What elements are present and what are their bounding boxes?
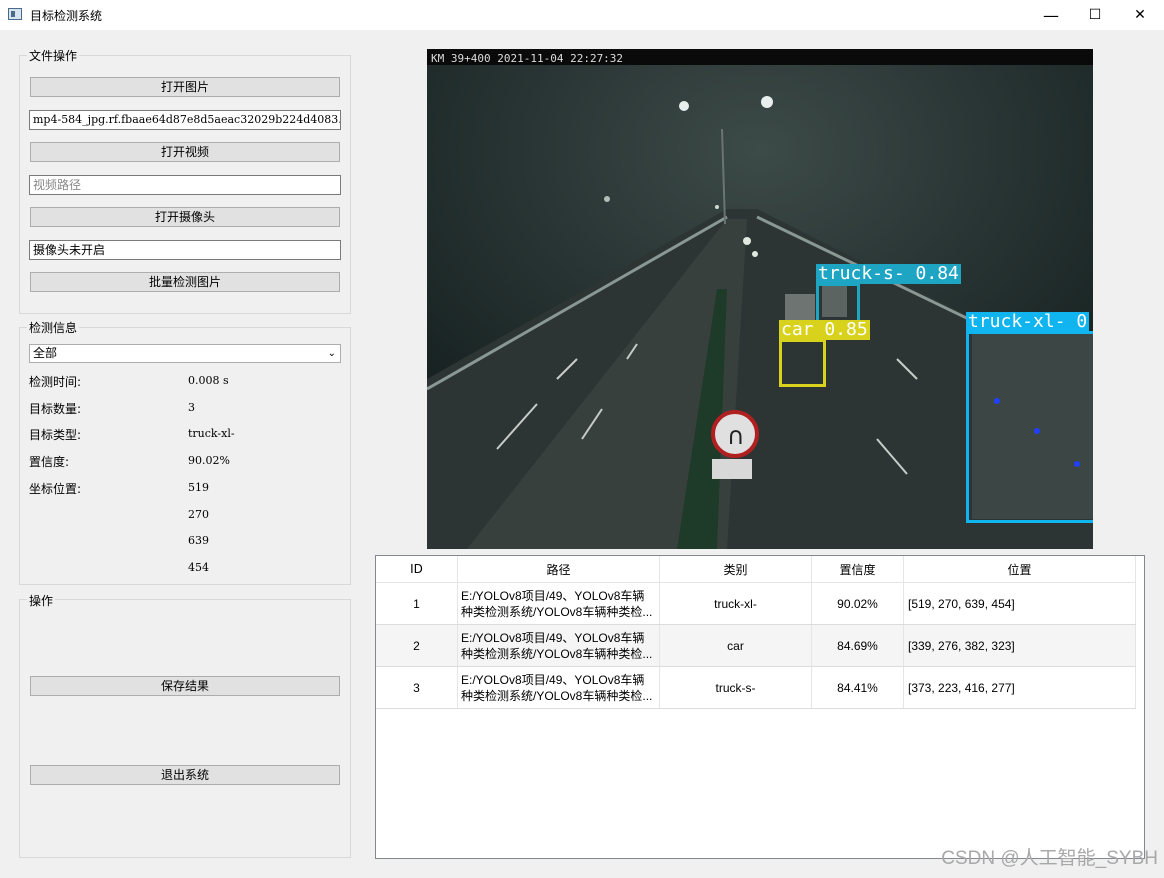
cell-path[interactable]: E:/YOLOv8项目/49、YOLOv8车辆 种类检测系统/YOLOv8车辆种… <box>457 666 660 709</box>
image-path-field[interactable]: mp4-584_jpg.rf.fbaae64d87e8d5aeac32029b2… <box>29 110 341 130</box>
save-results-button[interactable]: 保存结果 <box>30 676 340 696</box>
col-header-position[interactable]: 位置 <box>903 556 1136 583</box>
cell-path-line2: 种类检测系统/YOLOv8车辆种类检... <box>461 646 653 661</box>
camera-status-field[interactable]: 摄像头未开启 <box>29 240 341 260</box>
col-header-id[interactable]: ID <box>376 556 458 583</box>
results-table[interactable]: ID 路径 类别 置信度 位置 1 E:/YOLOv8项目/49、YOLOv8车… <box>375 555 1145 859</box>
app-icon <box>8 8 22 20</box>
batch-detect-button[interactable]: 批量检测图片 <box>30 272 340 292</box>
cell-path-line2: 种类检测系统/YOLOv8车辆种类检... <box>461 688 653 703</box>
cell-confidence[interactable]: 84.69% <box>811 624 904 667</box>
cell-position[interactable]: [339, 276, 382, 323] <box>903 624 1136 667</box>
open-video-button[interactable]: 打开视频 <box>30 142 340 162</box>
detect-info-title: 检测信息 <box>27 319 80 336</box>
cell-path-line1: E:/YOLOv8项目/49、YOLOv8车辆 <box>461 672 645 687</box>
video-path-input[interactable]: 视频路径 <box>29 175 341 195</box>
cell-path-line2: 种类检测系统/YOLOv8车辆种类检... <box>461 604 653 619</box>
cell-id[interactable]: 1 <box>376 582 458 625</box>
ops-group <box>19 599 351 858</box>
confidence-label: 置信度: <box>29 455 70 469</box>
cell-confidence[interactable]: 90.02% <box>811 582 904 625</box>
cell-id[interactable]: 2 <box>376 624 458 667</box>
detection-image-view: ∩ KM 39+400 2021-11-04 22:27:32 truck-s-… <box>427 49 1093 549</box>
table-row[interactable]: 2 E:/YOLOv8项目/49、YOLOv8车辆 种类检测系统/YOLOv8车… <box>376 624 1136 667</box>
window-title: 目标检测系统 <box>30 9 103 23</box>
close-button[interactable]: ✕ <box>1117 0 1163 30</box>
detect-time-value: 0.008 s <box>188 374 229 387</box>
cell-position[interactable]: [519, 270, 639, 454] <box>903 582 1136 625</box>
cell-position[interactable]: [373, 223, 416, 277] <box>903 666 1136 709</box>
open-image-button[interactable]: 打开图片 <box>30 77 340 97</box>
open-camera-button[interactable]: 打开摄像头 <box>30 207 340 227</box>
detection-label: truck-xl- 0 <box>966 311 1090 332</box>
table-header-row: ID 路径 类别 置信度 位置 <box>376 556 1136 583</box>
target-type-value: truck-xl- <box>188 427 235 440</box>
maximize-button[interactable]: ☐ <box>1072 0 1118 30</box>
cell-class[interactable]: truck-s- <box>659 666 812 709</box>
detect-time-label: 检测时间: <box>29 375 82 389</box>
cell-id[interactable]: 3 <box>376 666 458 709</box>
watermark-text: CSDN @人工智能_SYBH <box>941 848 1158 869</box>
video-timestamp-overlay: KM 39+400 2021-11-04 22:27:32 <box>431 52 624 65</box>
target-count-label: 目标数量: <box>29 402 82 416</box>
ops-title: 操作 <box>27 592 56 609</box>
cell-path-line1: E:/YOLOv8项目/49、YOLOv8车辆 <box>461 588 645 603</box>
chevron-down-icon: ⌄ <box>327 348 336 359</box>
coord-xmin: 519 <box>188 481 209 494</box>
detection-label: truck-s- 0.84 <box>816 263 961 284</box>
col-header-confidence[interactable]: 置信度 <box>811 556 904 583</box>
exit-system-button[interactable]: 退出系统 <box>30 765 340 785</box>
coord-xmax: 639 <box>188 534 209 547</box>
title-bar: 目标检测系统 — ☐ ✕ <box>0 0 1164 30</box>
class-filter-select[interactable]: 全部 ⌄ <box>29 344 341 363</box>
table-row[interactable]: 3 E:/YOLOv8项目/49、YOLOv8车辆 种类检测系统/YOLOv8车… <box>376 666 1136 709</box>
cell-path[interactable]: E:/YOLOv8项目/49、YOLOv8车辆 种类检测系统/YOLOv8车辆种… <box>457 582 660 625</box>
confidence-value: 90.02% <box>188 454 230 467</box>
detection-label: car 0.85 <box>779 319 870 340</box>
coords-label: 坐标位置: <box>29 482 82 496</box>
cell-class[interactable]: car <box>659 624 812 667</box>
svg-text:∩: ∩ <box>727 422 745 450</box>
cell-path[interactable]: E:/YOLOv8项目/49、YOLOv8车辆 种类检测系统/YOLOv8车辆种… <box>457 624 660 667</box>
class-filter-value: 全部 <box>33 346 58 360</box>
col-header-path[interactable]: 路径 <box>457 556 660 583</box>
cell-confidence[interactable]: 84.41% <box>811 666 904 709</box>
file-ops-title: 文件操作 <box>27 47 80 64</box>
cell-path-line1: E:/YOLOv8项目/49、YOLOv8车辆 <box>461 630 645 645</box>
detection-box-car: car 0.85 <box>779 320 870 387</box>
col-header-class[interactable]: 类别 <box>659 556 812 583</box>
coord-ymax: 454 <box>188 561 209 574</box>
target-type-label: 目标类型: <box>29 428 82 442</box>
coord-ymin: 270 <box>188 508 209 521</box>
table-row[interactable]: 1 E:/YOLOv8项目/49、YOLOv8车辆 种类检测系统/YOLOv8车… <box>376 582 1136 625</box>
target-count-value: 3 <box>188 401 195 414</box>
minimize-button[interactable]: — <box>1028 0 1074 30</box>
cell-class[interactable]: truck-xl- <box>659 582 812 625</box>
detection-box-truck-xl: truck-xl- 0 <box>966 312 1093 523</box>
